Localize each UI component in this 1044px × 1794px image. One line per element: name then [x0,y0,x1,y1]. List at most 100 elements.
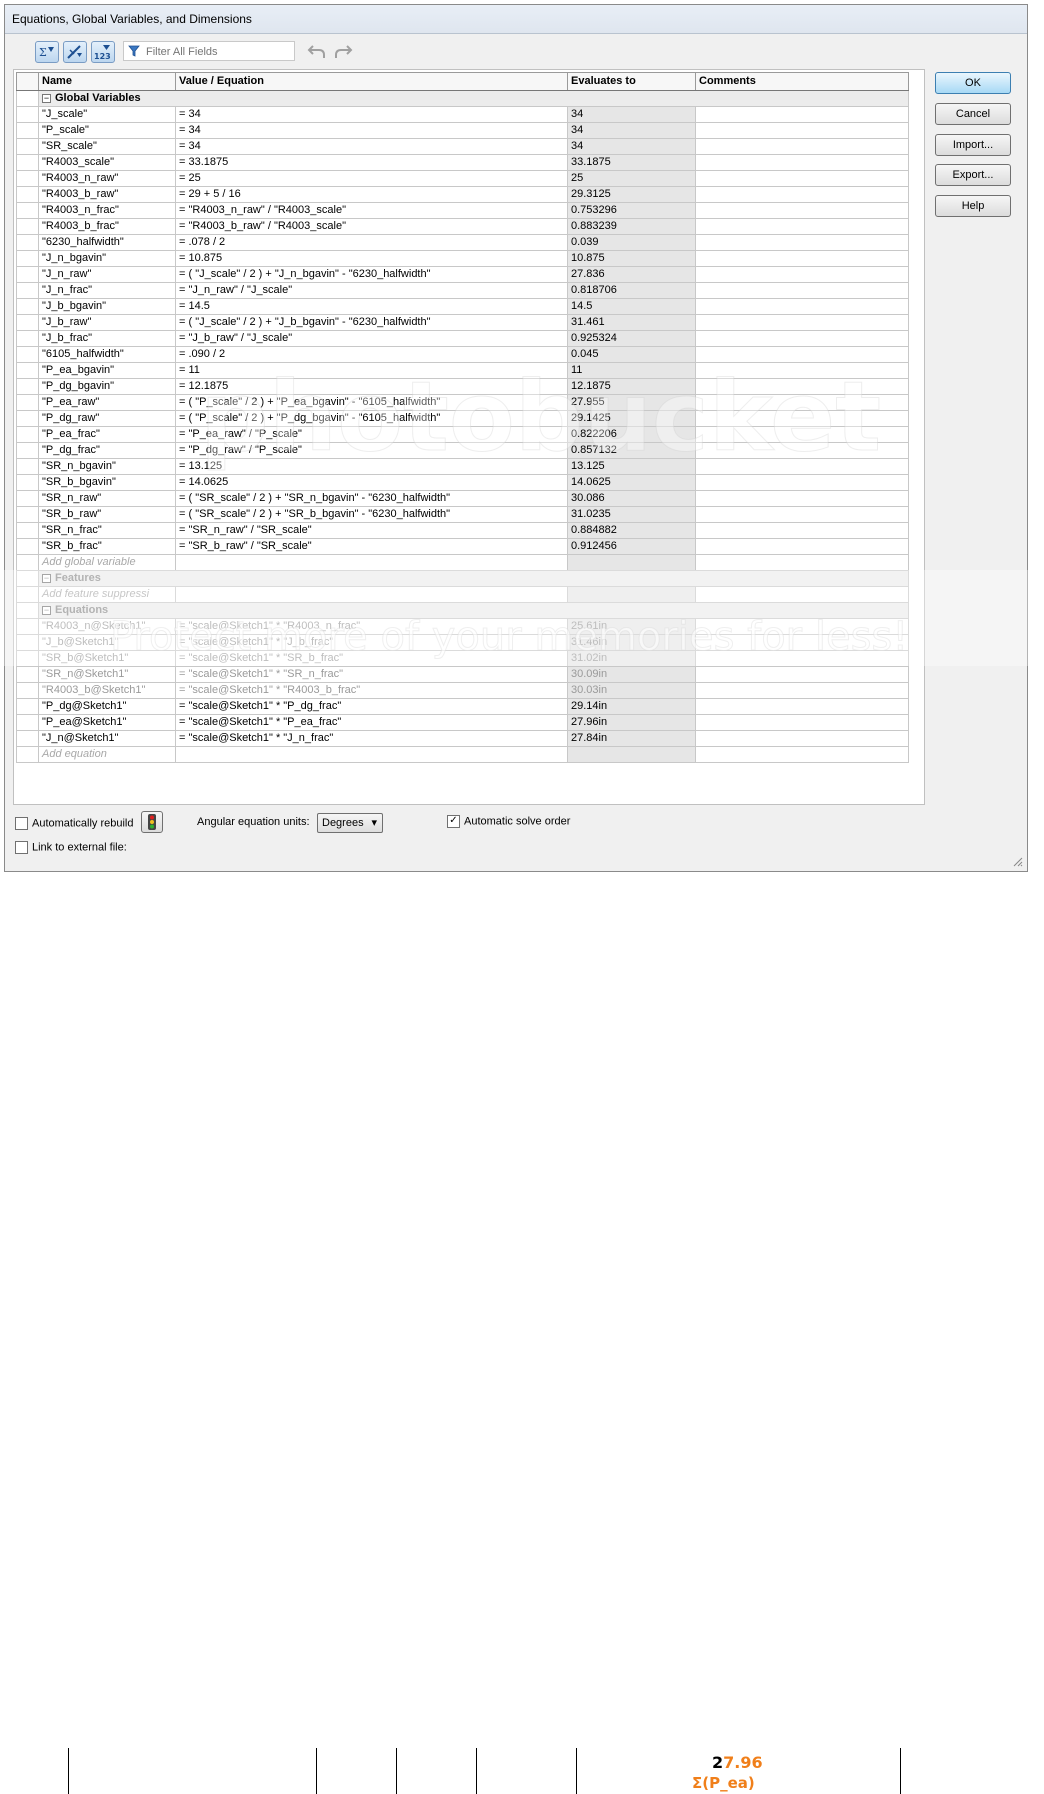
collapse-icon[interactable]: − [42,94,51,103]
value-cell[interactable]: = 25 [175,170,568,187]
value-cell[interactable]: = "scale@Sketch1" * "R4003_n_frac" [175,618,568,635]
name-cell[interactable]: "SR_b_bgavin" [38,474,176,491]
resize-grip-icon[interactable] [1011,855,1023,867]
value-cell[interactable]: = ( "J_scale" / 2 ) + "J_n_bgavin" - "62… [175,266,568,283]
name-cell[interactable]: "SR_n@Sketch1" [38,666,176,683]
collapse-icon[interactable]: − [42,574,51,583]
comment-cell[interactable] [695,298,909,315]
row-selector[interactable] [16,330,39,347]
value-cell[interactable]: = ( "J_scale" / 2 ) + "J_b_bgavin" - "62… [175,314,568,331]
value-cell[interactable]: = 34 [175,106,568,123]
value-cell[interactable]: = 11 [175,362,568,379]
row-selector[interactable] [16,650,39,667]
row-selector[interactable] [16,746,39,763]
row-selector[interactable] [16,570,39,587]
comment-cell[interactable] [695,618,909,635]
value-cell[interactable]: = .078 / 2 [175,234,568,251]
row-selector[interactable] [16,618,39,635]
import-button[interactable]: Import... [935,134,1011,156]
rebuild-button[interactable] [141,811,163,833]
value-cell[interactable]: = "scale@Sketch1" * "P_ea_frac" [175,714,568,731]
corner-header[interactable] [16,72,39,91]
row-selector[interactable] [16,266,39,283]
cancel-button[interactable]: Cancel [935,103,1011,125]
value-cell[interactable]: = "scale@Sketch1" * "SR_n_frac" [175,666,568,683]
ordered-view-button[interactable]: 123 [91,41,115,63]
row-selector[interactable] [16,298,39,315]
name-cell[interactable]: "P_dg@Sketch1" [38,698,176,715]
comment-cell[interactable] [695,746,909,763]
name-cell[interactable]: "J_n_raw" [38,266,176,283]
section-header-global[interactable]: − Global Variables [38,90,909,107]
row-selector[interactable] [16,474,39,491]
redo-button[interactable] [333,42,353,62]
column-header-comments[interactable]: Comments [695,72,909,91]
name-cell[interactable]: "P_ea_raw" [38,394,176,411]
name-cell[interactable]: "J_b_frac" [38,330,176,347]
name-cell[interactable]: "R4003_b_raw" [38,186,176,203]
undo-button[interactable] [307,42,327,62]
column-header-name[interactable]: Name [38,72,176,91]
value-cell[interactable]: = "J_b_raw" / "J_scale" [175,330,568,347]
comment-cell[interactable] [695,426,909,443]
comment-cell[interactable] [695,522,909,539]
value-cell[interactable]: = .090 / 2 [175,346,568,363]
name-cell[interactable]: "P_dg_bgavin" [38,378,176,395]
name-cell[interactable]: "P_scale" [38,122,176,139]
name-cell[interactable]: "R4003_b_frac" [38,218,176,235]
comment-cell[interactable] [695,682,909,699]
row-selector[interactable] [16,538,39,555]
comment-cell[interactable] [695,554,909,571]
name-cell[interactable]: "P_ea@Sketch1" [38,714,176,731]
row-selector[interactable] [16,714,39,731]
value-cell[interactable]: = 14.5 [175,298,568,315]
row-selector[interactable] [16,202,39,219]
collapse-icon[interactable]: − [42,606,51,615]
comment-cell[interactable] [695,538,909,555]
value-cell[interactable]: = "P_dg_raw" / "P_scale" [175,442,568,459]
value-cell[interactable] [175,586,568,603]
value-cell[interactable]: = "R4003_b_raw" / "R4003_scale" [175,218,568,235]
row-selector[interactable] [16,634,39,651]
add-feature-row[interactable]: Add feature suppressi [38,586,176,603]
comment-cell[interactable] [695,282,909,299]
name-cell[interactable]: "SR_b_raw" [38,506,176,523]
value-cell[interactable]: = "scale@Sketch1" * "SR_b_frac" [175,650,568,667]
value-cell[interactable]: = "scale@Sketch1" * "J_b_frac" [175,634,568,651]
value-cell[interactable]: = 12.1875 [175,378,568,395]
comment-cell[interactable] [695,650,909,667]
add-equation-row[interactable]: Add equation [38,746,176,763]
comment-cell[interactable] [695,490,909,507]
name-cell[interactable]: "SR_scale" [38,138,176,155]
row-selector[interactable] [16,586,39,603]
link-external-option[interactable]: Link to external file: [15,841,127,854]
value-cell[interactable]: = "SR_n_raw" / "SR_scale" [175,522,568,539]
row-selector[interactable] [16,666,39,683]
comment-cell[interactable] [695,250,909,267]
comment-cell[interactable] [695,474,909,491]
value-cell[interactable]: = 13.125 [175,458,568,475]
row-selector[interactable] [16,410,39,427]
row-selector[interactable] [16,394,39,411]
name-cell[interactable]: "J_n_frac" [38,282,176,299]
name-cell[interactable]: "J_b_bgavin" [38,298,176,315]
comment-cell[interactable] [695,714,909,731]
value-cell[interactable]: = 33.1875 [175,154,568,171]
sketch-equation-view-button[interactable] [63,41,87,63]
row-selector[interactable] [16,122,39,139]
row-selector[interactable] [16,218,39,235]
section-header-features[interactable]: − Features [38,570,909,587]
name-cell[interactable]: "R4003_n_raw" [38,170,176,187]
comment-cell[interactable] [695,698,909,715]
row-selector[interactable] [16,426,39,443]
row-selector[interactable] [16,378,39,395]
name-cell[interactable]: "J_b_raw" [38,314,176,331]
ok-button[interactable]: OK [935,72,1011,94]
row-selector[interactable] [16,730,39,747]
help-button[interactable]: Help [935,195,1011,217]
name-cell[interactable]: "SR_n_raw" [38,490,176,507]
column-header-evaluates[interactable]: Evaluates to [567,72,696,91]
value-cell[interactable]: = ( "SR_scale" / 2 ) + "SR_b_bgavin" - "… [175,506,568,523]
value-cell[interactable] [175,746,568,763]
name-cell[interactable]: "R4003_b@Sketch1" [38,682,176,699]
